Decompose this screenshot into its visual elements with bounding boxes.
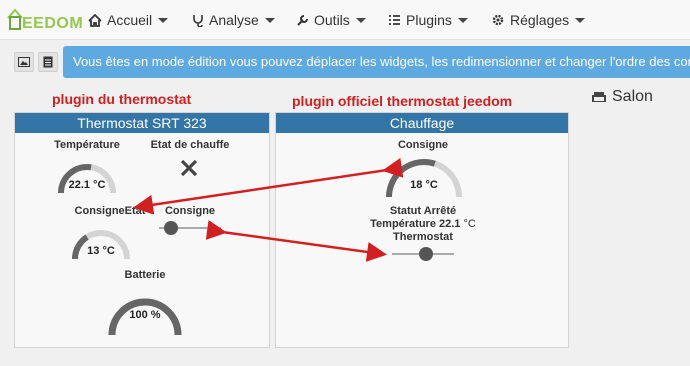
chevron-down-icon: [158, 17, 169, 23]
document-mode-button[interactable]: [38, 52, 58, 72]
temperature-value: 22.1 °C: [68, 179, 106, 191]
consigne-gauge: [386, 159, 462, 198]
chevron-down-icon: [457, 17, 468, 23]
jeedom-logo[interactable]: EEDOM: [6, 4, 83, 34]
brand-text: EEDOM: [22, 15, 84, 32]
nav-reglages[interactable]: Réglages: [491, 11, 586, 29]
nav-plugins[interactable]: Plugins: [388, 11, 468, 29]
picture-icon: [18, 57, 30, 67]
home-icon: [88, 13, 102, 27]
top-navbar: EEDOM Accueil Analyse Outils Plugins Rég…: [0, 0, 690, 40]
consigne-etat-value: 13 °C: [87, 245, 115, 257]
room-name: Salon: [612, 88, 653, 105]
consigne-etat-label: ConsigneEtat: [74, 205, 146, 217]
nav-accueil[interactable]: Accueil: [88, 11, 169, 29]
card-title: Chauffage: [276, 113, 568, 133]
temperature-info: Température 22.1 °C: [343, 218, 503, 230]
wrench-icon: [297, 14, 308, 26]
x-icon: [180, 159, 198, 177]
nav-outils[interactable]: Outils: [296, 11, 366, 29]
nav-analyse-label: Analyse: [209, 12, 259, 28]
chevron-down-icon: [355, 17, 366, 23]
nav-accueil-label: Accueil: [107, 12, 153, 28]
sofa-icon: [592, 92, 606, 102]
annotation-left: plugin du thermostat: [52, 91, 192, 107]
temperature-info-label: Température 22.1: [370, 218, 461, 230]
thermostat-label: Thermostat: [393, 231, 453, 243]
consigne-label: Consigne: [164, 205, 216, 217]
nav-outils-label: Outils: [314, 12, 350, 28]
statut-label: Statut Arrêté: [389, 205, 457, 217]
nav-reglages-label: Réglages: [510, 12, 570, 28]
consigne-slider-handle[interactable]: [164, 221, 179, 235]
card-title: Thermostat SRT 323: [15, 113, 269, 133]
equipment-card-chauffage[interactable]: Chauffage Consigne 18 °C Statut Arrêté T…: [275, 112, 569, 348]
thermostat-slider-handle[interactable]: [419, 247, 434, 261]
etat-chauffe-label: Etat de chauffe: [150, 139, 230, 151]
batterie-label: Batterie: [124, 269, 166, 281]
temperature-info-unit: °C: [463, 218, 476, 230]
stethoscope-icon: [193, 14, 203, 27]
consigne-label: Consigne: [397, 139, 449, 151]
nav-plugins-label: Plugins: [406, 12, 452, 28]
temperature-label: Température: [54, 139, 120, 151]
file-icon: [43, 56, 53, 68]
nav-analyse[interactable]: Analyse: [192, 11, 275, 29]
chevron-down-icon: [575, 17, 586, 23]
image-mode-button[interactable]: [14, 52, 34, 72]
list-icon: [389, 15, 400, 25]
batterie-value: 100 %: [129, 309, 161, 321]
annotation-right: plugin officiel thermostat jeedom: [292, 93, 513, 109]
gears-icon: [492, 14, 504, 26]
chevron-down-icon: [264, 17, 275, 23]
room-label[interactable]: Salon: [591, 88, 653, 106]
consigne-value: 18 °C: [410, 179, 438, 191]
edit-mode-alert: Vous êtes en mode édition vous pouvez dé…: [63, 46, 690, 78]
equipment-card-thermostat[interactable]: Thermostat SRT 323 Température 22.1 °C E…: [14, 112, 270, 348]
